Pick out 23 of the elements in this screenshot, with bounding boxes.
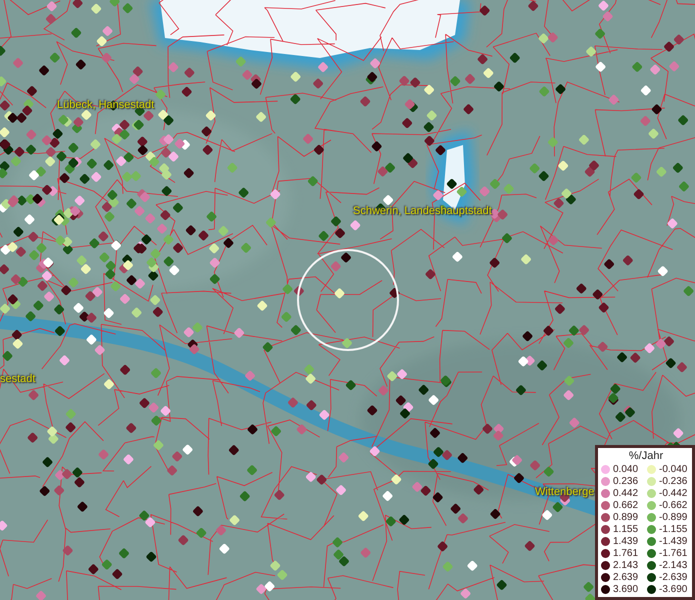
legend-value: 0.442 <box>613 488 638 498</box>
legend-value: 1.439 <box>613 536 638 546</box>
legend-value: 3.690 <box>613 584 638 594</box>
legend-title: %/Jahr <box>628 450 664 462</box>
legend-value: -1.761 <box>659 548 688 558</box>
legend-value: -2.143 <box>659 560 688 570</box>
legend-value: 2.143 <box>613 560 638 570</box>
legend-value: 0.662 <box>613 500 638 510</box>
legend-value: 1.155 <box>613 524 638 534</box>
legend-value: 0.899 <box>613 512 638 522</box>
legend-value: -0.442 <box>659 488 688 498</box>
legend-value: -0.899 <box>659 512 688 522</box>
legend-value: -3.690 <box>659 584 688 594</box>
legend-value: 2.639 <box>613 572 638 582</box>
legend-value: -1.439 <box>659 536 688 546</box>
legend-value: -0.040 <box>659 464 688 474</box>
legend-value: -0.662 <box>659 500 688 510</box>
legend-value: -2.639 <box>659 572 688 582</box>
legend-value: 0.236 <box>613 476 638 486</box>
legend-value: -0.236 <box>659 476 688 486</box>
legend-value: 1.761 <box>613 548 638 558</box>
legend-value: -1.155 <box>659 524 688 534</box>
legend-value: 0.040 <box>613 464 638 474</box>
